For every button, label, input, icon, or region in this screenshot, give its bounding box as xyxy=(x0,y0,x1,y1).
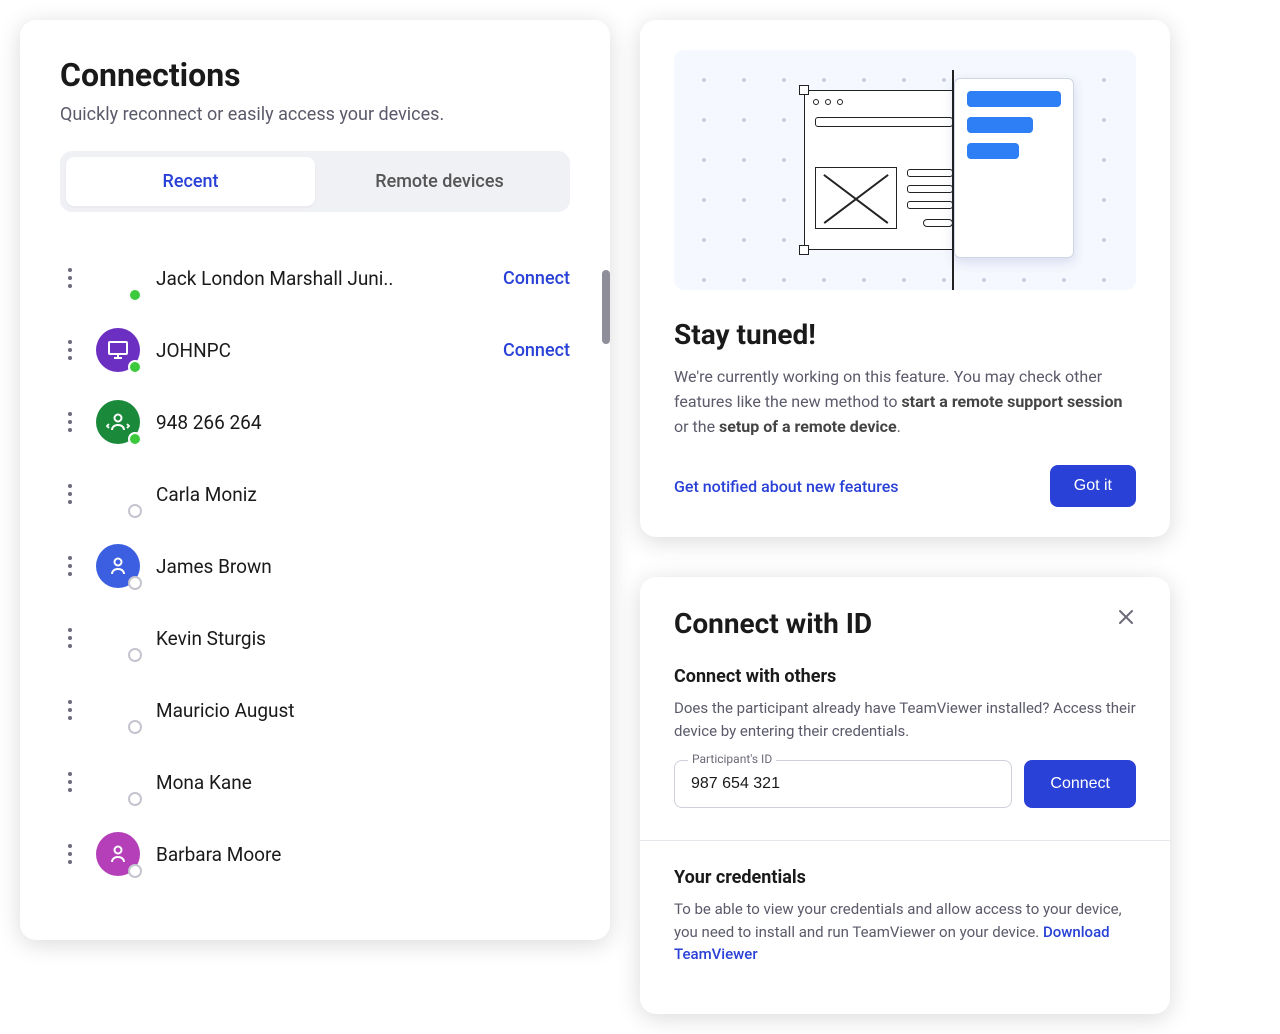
connect-link[interactable]: Connect xyxy=(503,340,570,361)
connection-item[interactable]: Barbara Moore xyxy=(60,818,570,890)
colored-window-icon xyxy=(954,78,1074,258)
promo-title: Stay tuned! xyxy=(674,318,1136,351)
connect-link[interactable]: Connect xyxy=(503,268,570,289)
more-icon[interactable] xyxy=(60,842,80,866)
connect-id-title: Connect with ID xyxy=(674,607,872,640)
status-indicator xyxy=(128,792,142,806)
status-indicator xyxy=(128,432,142,446)
avatar xyxy=(96,256,140,300)
status-indicator xyxy=(128,864,142,878)
participant-id-input[interactable] xyxy=(674,760,1012,808)
connect-id-panel: Connect with ID Connect with others Does… xyxy=(640,577,1170,1014)
connection-item[interactable]: 948 266 264 xyxy=(60,386,570,458)
credentials-heading: Your credentials xyxy=(674,867,1136,888)
avatar xyxy=(96,328,140,372)
connection-item[interactable]: Carla Moniz xyxy=(60,458,570,530)
more-icon[interactable] xyxy=(60,410,80,434)
connection-item[interactable]: JOHNPC Connect xyxy=(60,314,570,386)
connection-name: Jack London Marshall Juni.. xyxy=(156,267,487,290)
close-icon[interactable] xyxy=(1116,607,1136,627)
connection-item[interactable]: Jack London Marshall Juni.. Connect xyxy=(60,242,570,314)
more-icon[interactable] xyxy=(60,266,80,290)
connection-item[interactable]: Mona Kane xyxy=(60,746,570,818)
connections-panel: Connections Quickly reconnect or easily … xyxy=(20,20,610,940)
scrollbar-thumb[interactable] xyxy=(602,270,610,344)
status-indicator xyxy=(128,720,142,734)
more-icon[interactable] xyxy=(60,770,80,794)
avatar xyxy=(96,544,140,588)
more-icon[interactable] xyxy=(60,554,80,578)
status-indicator xyxy=(128,648,142,662)
connection-item[interactable]: James Brown xyxy=(60,530,570,602)
connection-list: Jack London Marshall Juni..ConnectJOHNPC… xyxy=(60,242,570,890)
connect-others-heading: Connect with others xyxy=(674,666,1136,687)
connections-title: Connections xyxy=(60,56,570,94)
avatar xyxy=(96,832,140,876)
notify-link[interactable]: Get notified about new features xyxy=(674,477,899,496)
more-icon[interactable] xyxy=(60,698,80,722)
promo-panel: Stay tuned! We're currently working on t… xyxy=(640,20,1170,537)
avatar xyxy=(96,688,140,732)
connection-name: Barbara Moore xyxy=(156,843,570,866)
avatar xyxy=(96,760,140,804)
participant-id-label: Participant's ID xyxy=(688,752,776,766)
status-indicator xyxy=(128,360,142,374)
avatar xyxy=(96,472,140,516)
status-indicator xyxy=(128,576,142,590)
connection-name: Mona Kane xyxy=(156,771,570,794)
more-icon[interactable] xyxy=(60,626,80,650)
connection-item[interactable]: Kevin Sturgis xyxy=(60,602,570,674)
status-indicator xyxy=(128,504,142,518)
connections-subtitle: Quickly reconnect or easily access your … xyxy=(60,104,570,125)
promo-illustration xyxy=(674,50,1136,290)
more-icon[interactable] xyxy=(60,338,80,362)
connection-name: 948 266 264 xyxy=(156,411,570,434)
divider xyxy=(640,840,1170,841)
avatar xyxy=(96,400,140,444)
tab-recent[interactable]: Recent xyxy=(66,157,315,206)
connection-name: JOHNPC xyxy=(156,339,487,362)
promo-text: We're currently working on this feature.… xyxy=(674,365,1136,439)
connection-item[interactable]: Mauricio August xyxy=(60,674,570,746)
connection-name: James Brown xyxy=(156,555,570,578)
wireframe-window-icon xyxy=(804,90,964,250)
connection-name: Kevin Sturgis xyxy=(156,627,570,650)
connection-name: Mauricio August xyxy=(156,699,570,722)
status-indicator xyxy=(128,288,142,302)
connections-tabs: Recent Remote devices xyxy=(60,151,570,212)
tab-remote-devices[interactable]: Remote devices xyxy=(315,157,564,206)
avatar xyxy=(96,616,140,660)
credentials-text: To be able to view your credentials and … xyxy=(674,898,1136,966)
connect-button[interactable]: Connect xyxy=(1024,760,1136,808)
connection-name: Carla Moniz xyxy=(156,483,570,506)
got-it-button[interactable]: Got it xyxy=(1050,465,1136,507)
more-icon[interactable] xyxy=(60,482,80,506)
connect-others-text: Does the participant already have TeamVi… xyxy=(674,697,1136,742)
